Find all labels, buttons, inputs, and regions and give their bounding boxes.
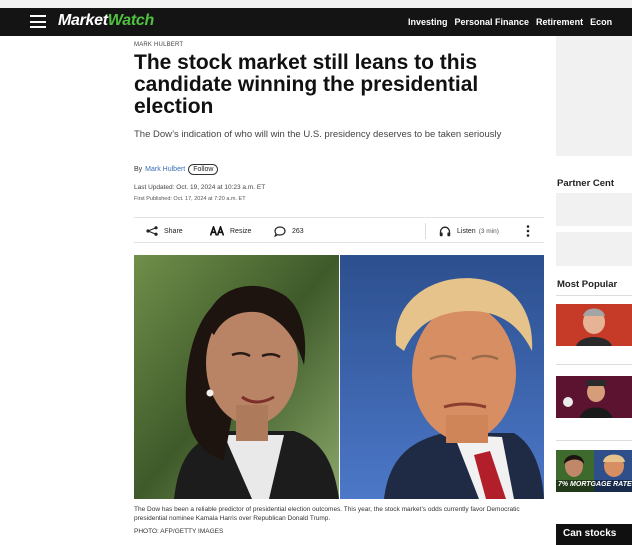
partner-center-heading: Partner Cent [557,178,615,189]
partner-center-slot-1[interactable] [556,193,632,226]
listen-label: Listen [457,227,476,235]
share-label: Share [164,227,183,235]
section-nav: Investing Personal Finance Retirement Ec… [408,8,619,36]
browser-top-strip [0,0,632,8]
nav-link-personal-finance[interactable]: Personal Finance [455,17,530,27]
toolbar-divider [425,223,426,239]
thumb-1-image [556,304,632,346]
nav-link-retirement[interactable]: Retirement [536,17,583,27]
nav-link-investing[interactable]: Investing [408,17,448,27]
share-button[interactable]: Share [146,218,183,244]
logo-market-text: Market [58,12,108,29]
right-sidebar: Partner Cent Most Popular 7% MORTGAGE RA… [556,36,632,545]
follow-button[interactable]: Follow [188,164,219,175]
popular-story-thumb-2[interactable] [556,376,632,418]
article-toolbar: Share Resize 263 Listen (3 min) [134,217,544,243]
resize-label: Resize [230,227,252,235]
article-lead-photo[interactable] [134,255,544,499]
byline: By Mark Hulbert Follow [134,164,219,175]
article-dek: The Dow’s indication of who will win the… [134,129,502,140]
last-updated-timestamp: Last Updated: Oct. 19, 2024 at 10:23 a.m… [134,184,266,191]
text-resize-icon [210,226,224,236]
photo-credit: PHOTO: AFP/GETTY IMAGES [134,528,224,535]
sidebar-promo-header[interactable]: Can stocks [556,524,632,545]
top-nav-bar: MarketWatch Investing Personal Finance R… [0,8,632,36]
logo-watch-text: Watch [107,12,155,29]
more-vertical-icon [526,225,530,237]
marketwatch-logo[interactable]: MarketWatch [58,12,154,30]
headphones-icon [439,226,451,236]
article-kicker[interactable]: MARK HULBERT [134,42,183,48]
sidebar-ad-slot [556,36,632,156]
resize-button[interactable]: Resize [210,218,251,244]
partner-center-slot-2[interactable] [556,232,632,266]
popular-story-thumb-1[interactable] [556,304,632,346]
popular-story-thumb-3[interactable]: 7% MORTGAGE RATES [556,450,632,492]
more-options-button[interactable] [526,218,536,244]
harris-trump-photo [134,255,544,499]
thumb-3-overlay-text: 7% MORTGAGE RATES [556,480,632,492]
author-link[interactable]: Mark Hulbert [145,166,185,173]
first-published-timestamp: First Published: Oct. 17, 2024 at 7:20 a… [134,196,246,202]
photo-caption: The Dow has been a reliable predictor of… [134,506,520,522]
comment-icon [274,225,286,237]
thumb-2-image [556,376,632,418]
comment-count: 263 [292,227,304,235]
most-popular-heading: Most Popular [557,279,618,290]
listen-duration: (3 min) [478,227,499,235]
sidebar-rule [556,364,632,365]
share-icon [146,226,158,236]
byline-prefix: By [134,166,143,173]
listen-button[interactable]: Listen (3 min) [439,218,499,244]
sidebar-rule [556,440,632,441]
nav-link-economy[interactable]: Econ [590,17,612,27]
menu-icon[interactable] [30,15,46,28]
comments-button[interactable]: 263 [274,218,304,244]
sidebar-rule [556,295,632,296]
article-headline: The stock market still leans to this can… [134,51,479,118]
